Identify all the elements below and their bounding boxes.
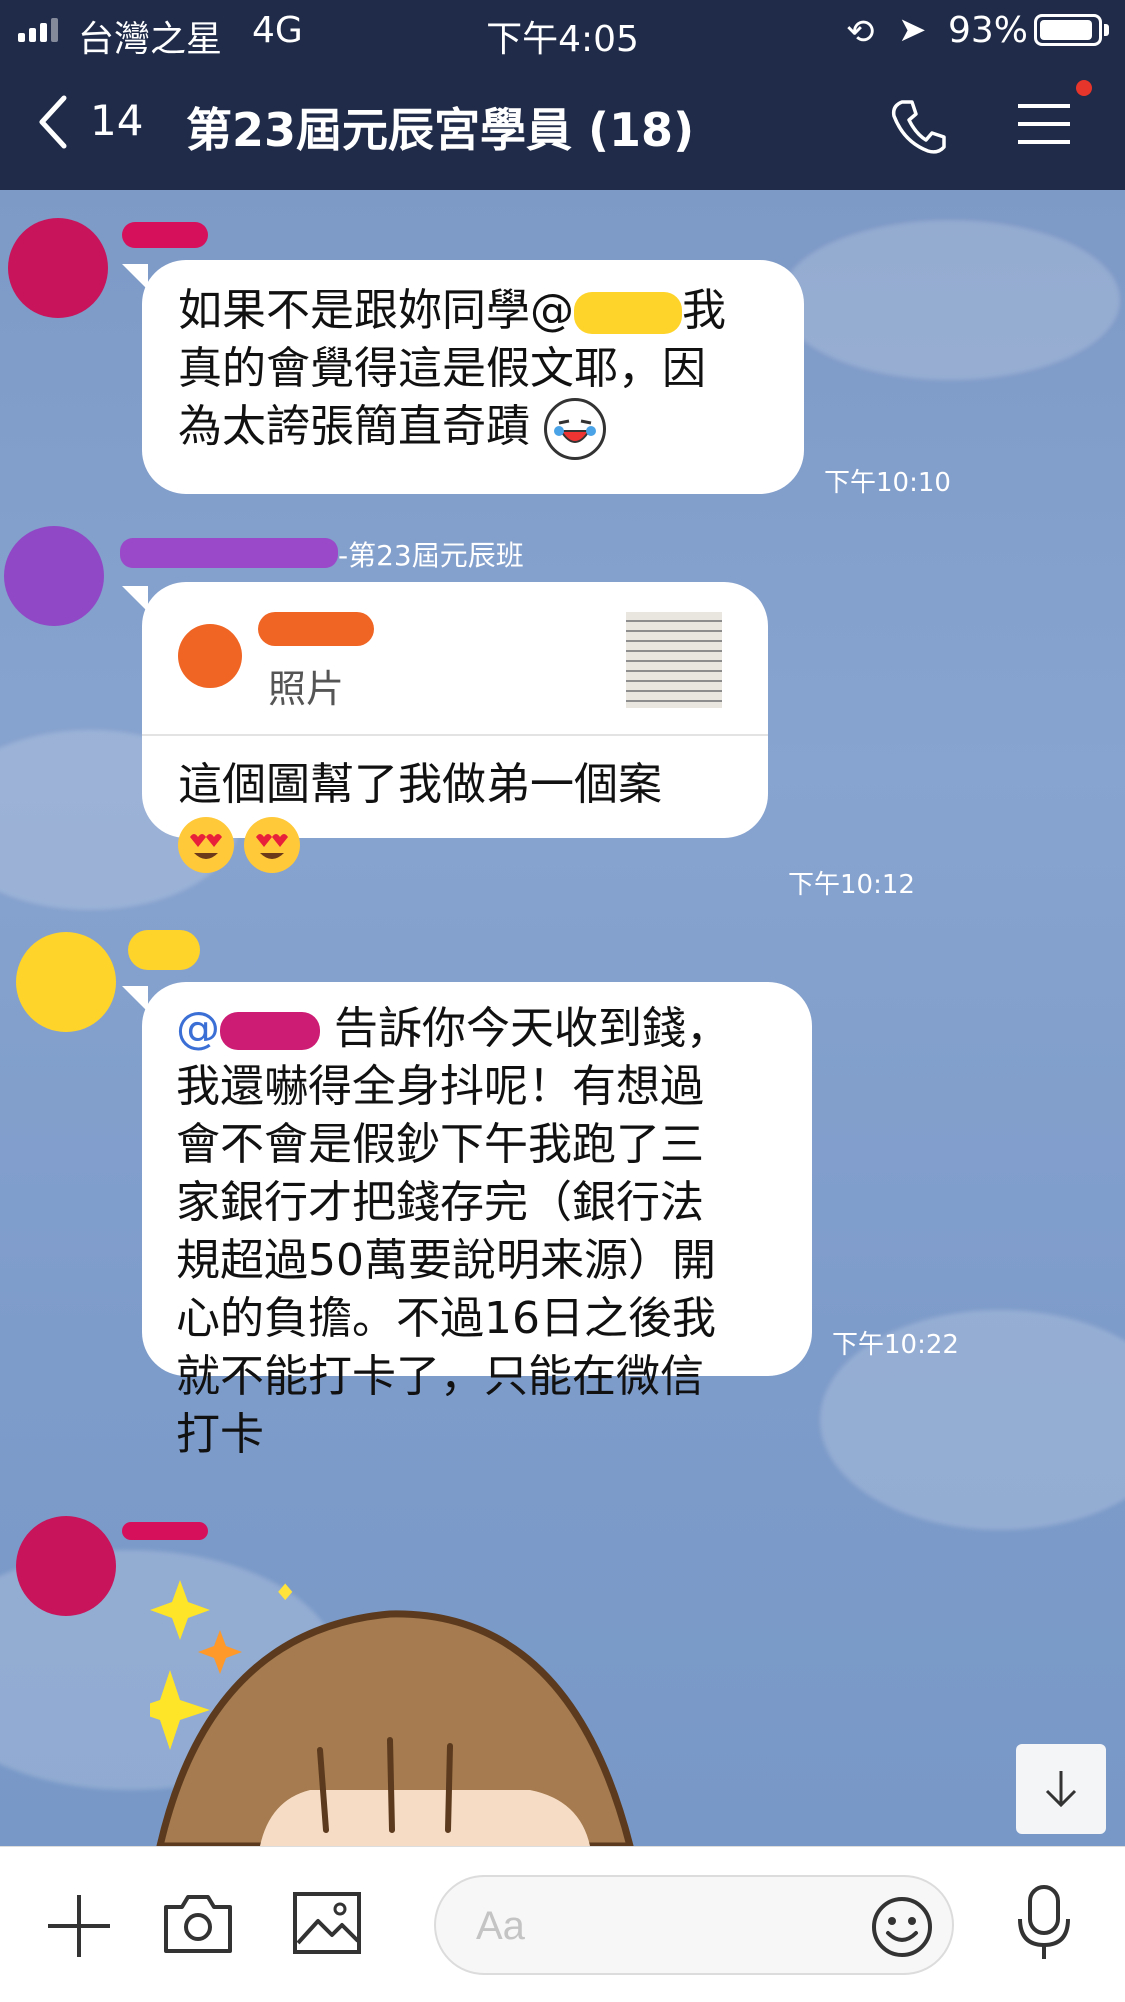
smile-icon <box>872 1897 932 1957</box>
background-cloud <box>780 220 1120 380</box>
add-button[interactable] <box>44 1891 114 1965</box>
chat-header: 14 第23屆元辰宮學員 (18) <box>0 62 1125 190</box>
avatar[interactable] <box>4 526 104 626</box>
message-line: 如果不是跟妳同學@ 我 <box>178 285 726 336</box>
rotation-lock-icon: ⟲ <box>846 12 875 52</box>
heart-eyes-emoji-icon <box>244 817 300 873</box>
laughing-crying-emoji-icon <box>544 398 606 460</box>
message-time: 下午10:22 <box>832 1330 959 1360</box>
status-bar: 台灣之星 4G 下午4:05 ⟲ ➤ 93% <box>0 0 1125 62</box>
message-bubble[interactable]: 照片 這個圖幫了我做弟一個案 <box>122 582 768 873</box>
battery-tip <box>1104 24 1109 36</box>
sender-name: -第23屆元辰班 <box>338 539 524 572</box>
sender-name-redacted <box>128 930 200 970</box>
camera-icon <box>164 1895 232 1953</box>
message-line: 心的負擔。不過16日之後我 <box>176 1293 716 1344</box>
message-line: 規超過50萬要說明来源）開 <box>176 1235 716 1286</box>
unread-count[interactable]: 14 <box>90 96 143 145</box>
sender-name-redacted <box>122 222 208 248</box>
heart-eyes-emoji-icon <box>178 817 234 873</box>
plus-icon <box>48 1895 110 1957</box>
message-line: 就不能打卡了，只能在微信 <box>176 1351 704 1402</box>
reply-avatar <box>178 624 242 688</box>
call-button[interactable] <box>888 96 948 160</box>
reply-type-label: 照片 <box>268 667 345 711</box>
message-line: @ 告訴你今天收到錢， <box>176 1003 730 1054</box>
message-time: 下午10:12 <box>788 870 915 900</box>
message-bubble[interactable]: 如果不是跟妳同學@ 我 真的會覺得這是假文耶，因 為太誇張簡直奇蹟 <box>122 260 804 494</box>
mention-redacted <box>220 1012 320 1050</box>
avatar[interactable] <box>16 1516 116 1616</box>
reply-photo-thumbnail[interactable] <box>626 612 722 708</box>
back-button[interactable] <box>34 92 74 156</box>
voice-button[interactable] <box>1012 1883 1076 1967</box>
arrow-down-icon <box>1045 1771 1077 1808</box>
mention-tag[interactable]: @ <box>176 1003 220 1054</box>
menu-button[interactable] <box>1016 100 1072 152</box>
back-chevron-icon <box>39 95 67 149</box>
input-toolbar <box>0 1846 1125 2002</box>
sender-name-redacted <box>122 1522 208 1540</box>
phone-icon <box>891 100 946 154</box>
message-line: 我還嚇得全身抖呢！有想過 <box>176 1061 704 1112</box>
message-line: 打卡 <box>176 1409 264 1460</box>
location-icon: ➤ <box>898 10 927 50</box>
sender-name-redacted <box>120 538 338 568</box>
message-line: 為太誇張簡直奇蹟 <box>178 398 768 460</box>
emoji-row <box>178 814 662 873</box>
message-line: 會不會是假鈔下午我跑了三 <box>176 1119 704 1170</box>
message-time: 下午10:10 <box>824 468 951 498</box>
sticker-button[interactable] <box>870 1895 934 1963</box>
scroll-to-bottom-button[interactable] <box>1016 1744 1106 1834</box>
microphone-icon <box>1018 1885 1070 1959</box>
camera-button[interactable] <box>162 1891 234 1959</box>
message-input-container[interactable] <box>434 1875 954 1975</box>
reply-preview[interactable]: 照片 <box>142 582 768 736</box>
message-bubble[interactable]: @ 告訴你今天收到錢， 我還嚇得全身抖呢！有想過 會不會是假鈔下午我跑了三 家銀行… <box>122 982 812 1460</box>
message-input[interactable] <box>474 1899 858 1953</box>
image-button[interactable] <box>292 1891 362 1959</box>
message-line: 真的會覺得這是假文耶，因 <box>178 343 706 394</box>
avatar[interactable] <box>16 932 116 1032</box>
battery-percent: 93% <box>948 10 1029 51</box>
reply-name-redacted <box>258 612 374 646</box>
mention-redacted <box>574 292 682 334</box>
notification-dot <box>1076 80 1092 96</box>
message-line: 家銀行才把錢存完（銀行法 <box>176 1177 704 1228</box>
chat-title: 第23屆元辰宮學員 (18) <box>186 103 695 157</box>
menu-icon <box>1018 104 1070 144</box>
sticker-girl-illustration[interactable] <box>150 1570 670 1846</box>
avatar[interactable] <box>8 218 108 318</box>
battery-icon <box>1034 14 1102 46</box>
message-text: 這個圖幫了我做弟一個案 <box>178 756 662 873</box>
image-icon <box>293 1892 361 1954</box>
